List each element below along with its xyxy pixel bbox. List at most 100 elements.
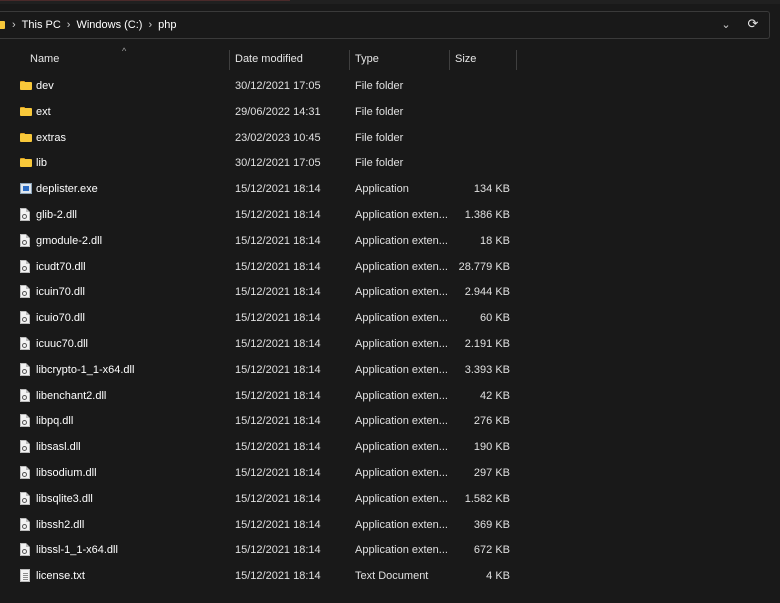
file-type: Application [355,183,409,196]
file-size [440,125,510,151]
refresh-icon: ⟳ [747,16,759,31]
breadcrumb: › This PC › Windows (C:) › php [12,12,177,38]
breadcrumb-separator[interactable]: › [12,19,16,31]
file-row[interactable]: libssl-1_1-x64.dll 15/12/2021 18:14 Applic… [0,537,780,563]
file-size: 672 KB [473,544,510,557]
file-row[interactable]: lib 30/12/2021 17:05 File folder [0,150,780,176]
file-row[interactable]: libenchant2.dll 15/12/2021 18:14 Applicati… [0,383,780,409]
file-name: libpq.dll [36,415,74,428]
dll-file-icon [20,440,30,454]
address-bar[interactable]: › This PC › Windows (C:) › php ⌄ ⟳ [0,11,770,39]
chevron-down-icon: ⌄ [721,19,731,31]
file-type: Application exten... [355,466,448,479]
column-header-size[interactable]: Size [455,46,476,72]
file-name: libsqlite3.dll [36,492,93,505]
file-type: Text Document [355,570,429,583]
file-row[interactable]: icuuc70.dll 15/12/2021 18:14 Application e… [0,331,780,357]
breadcrumb-separator[interactable]: › [67,19,71,31]
file-name: libsasl.dll [36,441,81,454]
file-row[interactable]: icuin70.dll 15/12/2021 18:14 Application e… [0,279,780,305]
file-type: File folder [355,157,404,170]
column-divider[interactable] [516,50,517,70]
file-name: lib [36,157,48,170]
file-name: libssh2.dll [36,518,85,531]
dll-file-icon [20,543,30,557]
file-date-modified: 30/12/2021 17:05 [235,80,321,92]
folder-icon [20,132,32,142]
text-file-icon [20,569,30,583]
breadcrumb-item-this-pc[interactable]: This PC [22,19,61,31]
breadcrumb-folder-icon [0,21,5,29]
folder-icon [20,106,32,116]
file-row[interactable]: icudt70.dll 15/12/2021 18:14 Application e… [0,254,780,280]
address-dropdown-button[interactable]: ⌄ [719,18,733,32]
column-divider[interactable] [229,50,230,70]
file-name: license.txt [36,570,85,583]
file-row[interactable]: libsqlite3.dll 15/12/2021 18:14 Applicatio… [0,486,780,512]
file-name: ext [36,105,51,118]
column-header-type[interactable]: Type [355,46,379,72]
file-size: 369 KB [473,518,510,531]
file-name: icudt70.dll [36,260,86,273]
file-date-modified: 15/12/2021 18:14 [235,260,321,273]
file-row[interactable]: deplister.exe 15/12/2021 18:14 Application… [0,176,780,202]
file-date-modified: 15/12/2021 18:14 [235,312,321,325]
dll-file-icon [20,362,30,376]
file-row[interactable]: gmodule-2.dll 15/12/2021 18:14 Application… [0,228,780,254]
refresh-button[interactable]: ⟳ [745,16,761,32]
file-size: 190 KB [473,441,510,454]
column-divider[interactable] [349,50,350,70]
file-name: libsodium.dll [36,466,97,479]
breadcrumb-separator[interactable]: › [148,19,152,31]
file-row[interactable]: libssh2.dll 15/12/2021 18:14 Application e… [0,512,780,538]
file-name: extras [36,131,66,144]
file-size: 60 KB [480,312,510,325]
column-divider[interactable] [449,50,450,70]
dll-file-icon [20,414,30,428]
file-name: libenchant2.dll [36,389,107,402]
window-top-strip [0,0,780,4]
file-date-modified: 15/12/2021 18:14 [235,286,321,299]
file-name: icuuc70.dll [36,337,88,350]
file-row[interactable]: libpq.dll 15/12/2021 18:14 Application ext… [0,408,780,434]
file-row[interactable]: libsodium.dll 15/12/2021 18:14 Application… [0,460,780,486]
file-type: Application exten... [355,260,448,273]
file-type: File folder [355,105,404,118]
file-size: 1.386 KB [464,208,510,221]
file-size: 28.779 KB [458,260,510,273]
file-date-modified: 15/12/2021 18:14 [235,363,321,376]
file-date-modified: 30/12/2021 17:05 [235,157,321,170]
file-date-modified: 15/12/2021 18:14 [235,415,321,428]
file-date-modified: 15/12/2021 18:14 [235,208,321,221]
file-size: 134 KB [473,183,510,196]
file-row[interactable]: libcrypto-1_1-x64.dll 15/12/2021 18:14 App… [0,357,780,383]
file-row[interactable]: ext 29/06/2022 14:31 File folder [0,99,780,125]
file-type: Application exten... [355,518,448,531]
file-row[interactable]: license.txt 15/12/2021 18:14 Text Document… [0,563,780,589]
file-type: Application exten... [355,286,448,299]
file-name: libcrypto-1_1-x64.dll [36,363,135,376]
file-list: dev 30/12/2021 17:05 File folder ext 29/06/2… [0,73,780,589]
file-row[interactable]: glib-2.dll 15/12/2021 18:14 Application ex… [0,202,780,228]
breadcrumb-item-windows-c[interactable]: Windows (C:) [76,19,142,31]
file-name: icuio70.dll [36,312,85,325]
file-row[interactable]: dev 30/12/2021 17:05 File folder [0,73,780,99]
file-date-modified: 15/12/2021 18:14 [235,337,321,350]
file-date-modified: 15/12/2021 18:14 [235,466,321,479]
breadcrumb-item-php[interactable]: php [158,19,176,31]
column-header-date-modified[interactable]: Date modified [235,46,303,72]
file-name: dev [36,80,54,92]
file-type: File folder [355,80,404,92]
file-row[interactable]: extras 23/02/2023 10:45 File folder [0,125,780,151]
file-date-modified: 15/12/2021 18:14 [235,234,321,247]
file-row[interactable]: libsasl.dll 15/12/2021 18:14 Application e… [0,434,780,460]
file-name: deplister.exe [36,183,98,196]
file-size: 2.191 KB [464,337,510,350]
file-row[interactable]: icuio70.dll 15/12/2021 18:14 Application e… [0,305,780,331]
file-date-modified: 23/02/2023 10:45 [235,131,321,144]
dll-file-icon [20,285,30,299]
file-date-modified: 15/12/2021 18:14 [235,570,321,583]
file-date-modified: 15/12/2021 18:14 [235,183,321,196]
file-size: 1.582 KB [464,492,510,505]
column-header-name[interactable]: Name [30,46,59,72]
